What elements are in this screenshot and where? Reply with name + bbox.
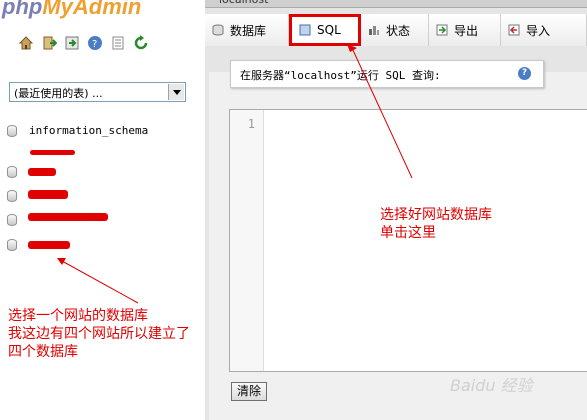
annotation-arrows <box>57 44 413 304</box>
watermark: Baidu 经验 <box>450 376 533 395</box>
arrow-head <box>57 258 66 265</box>
arrow-head <box>347 44 357 52</box>
arrow-to-sql-tab <box>351 47 413 179</box>
arrow-to-database-list <box>61 260 139 304</box>
